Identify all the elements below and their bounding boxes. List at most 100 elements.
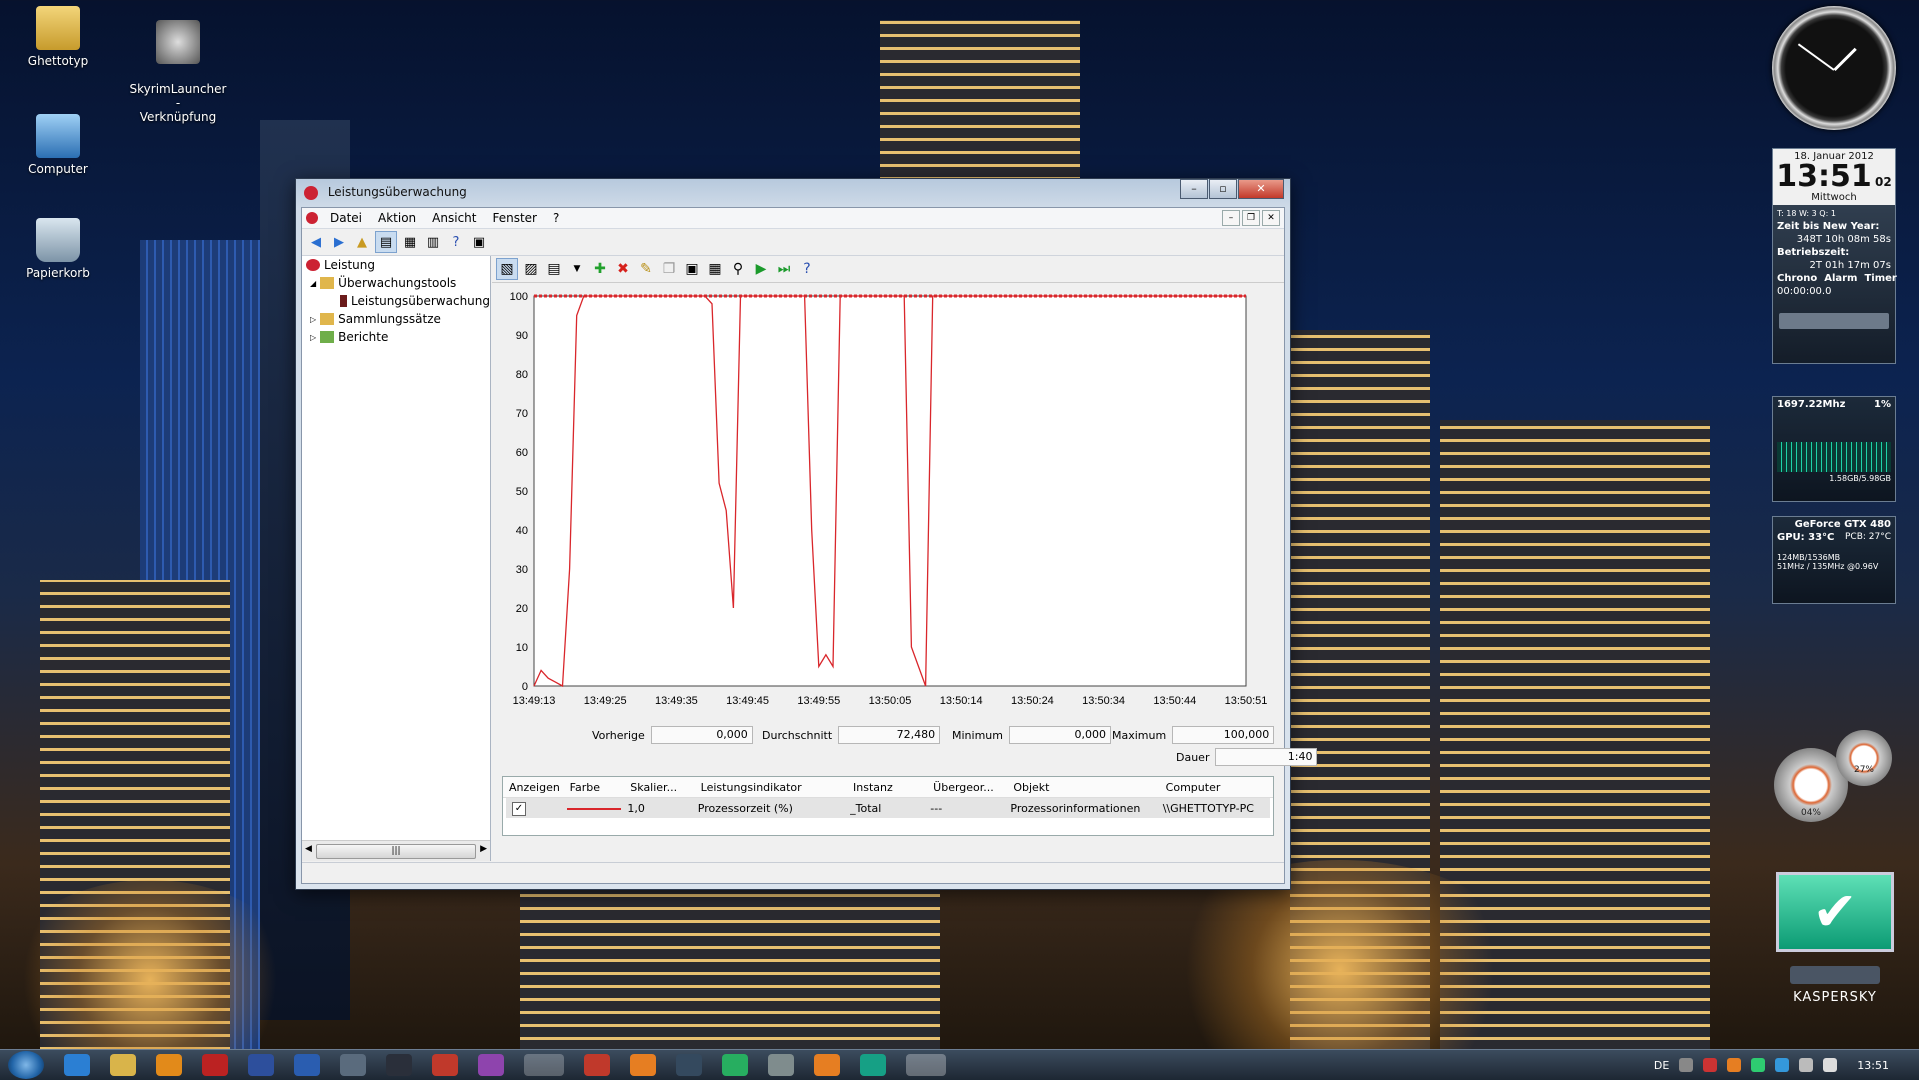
date-time-gadget[interactable]: 18. Januar 2012 13:51 02 Mittwoch T: 18 … — [1772, 148, 1897, 364]
desktop-icon-computer[interactable]: Computer — [8, 114, 108, 176]
column-header[interactable]: Instanz — [847, 781, 927, 794]
expand-arrow-icon[interactable]: ▷ — [310, 333, 316, 342]
kaspersky-gadget[interactable]: ✔ KASPERSKY — [1776, 872, 1894, 1032]
perfmon-taskbar-icon[interactable] — [906, 1054, 946, 1076]
desktop-icon-recycle-bin[interactable]: Papierkorb — [8, 218, 108, 280]
export-list-icon[interactable]: ▥ — [423, 232, 443, 252]
steam-icon[interactable] — [386, 1054, 412, 1076]
cpu-meter-gadget[interactable]: 1697.22Mhz 1% 1.58GB/5.98GB — [1772, 396, 1896, 502]
desktop-icon-skyrim[interactable]: SkyrimLauncher - Verknüpfung — [128, 6, 228, 124]
tray-icon[interactable] — [1679, 1058, 1694, 1072]
app-icon[interactable] — [768, 1054, 794, 1076]
paste-counter-list-icon[interactable]: ▣ — [682, 259, 702, 279]
taskbar-clock[interactable]: 13:51 — [1857, 1059, 1889, 1072]
opera-icon[interactable] — [584, 1054, 610, 1076]
graph-type-dropdown-icon[interactable]: ▼ — [567, 259, 587, 279]
delete-counter-icon[interactable]: ✖ — [613, 259, 633, 279]
show-action-pane-icon[interactable]: ▣ — [469, 232, 489, 252]
scroll-right-icon[interactable]: ▶ — [480, 844, 487, 854]
update-data-icon[interactable]: ⏭ — [774, 259, 794, 279]
menu-aktion[interactable]: Aktion — [370, 211, 424, 225]
collapse-arrow-icon[interactable]: ◢ — [310, 279, 316, 288]
highlight-icon[interactable]: ✎ — [636, 259, 656, 279]
app-icon[interactable] — [722, 1054, 748, 1076]
media-player-icon[interactable] — [156, 1054, 182, 1076]
column-header[interactable]: Objekt — [1007, 781, 1159, 794]
start-button[interactable] — [8, 1051, 44, 1079]
tree-item-leistung[interactable]: Leistung — [302, 256, 490, 274]
menu-ansicht[interactable]: Ansicht — [424, 211, 484, 225]
tree-item-berichte[interactable]: ▷ Berichte — [302, 328, 490, 346]
mdi-close-button[interactable]: ✕ — [1262, 210, 1280, 226]
column-header[interactable]: Übergeor... — [927, 781, 1007, 794]
flash-icon[interactable] — [432, 1054, 458, 1076]
vlc-icon[interactable] — [814, 1054, 840, 1076]
properties-icon[interactable]: ▦ — [705, 259, 725, 279]
menu-fenster[interactable]: Fenster — [484, 211, 545, 225]
tray-icon[interactable] — [1751, 1058, 1766, 1072]
add-counter-icon[interactable]: ✚ — [590, 259, 610, 279]
analog-clock-gadget[interactable] — [1772, 6, 1896, 130]
tray-icon[interactable] — [1775, 1058, 1790, 1072]
column-header[interactable]: Anzeigen — [503, 781, 564, 794]
mmc-icon[interactable] — [306, 212, 318, 224]
drive-gauge-right[interactable]: 27% — [1836, 730, 1892, 786]
column-header[interactable]: Skalier... — [624, 781, 694, 794]
mdi-minimize-button[interactable]: – — [1222, 210, 1240, 226]
network-icon[interactable] — [1799, 1058, 1814, 1072]
chrome-icon[interactable] — [524, 1054, 564, 1076]
tree-horizontal-scrollbar[interactable]: ◀ ||| ▶ — [302, 840, 490, 861]
column-header[interactable]: Computer — [1160, 781, 1273, 794]
tree-item-ueberwachungstools[interactable]: ◢ Überwachungstools — [302, 274, 490, 292]
column-header[interactable]: Farbe — [564, 781, 625, 794]
gadget-tabs[interactable]: Chrono Alarm Timer — [1777, 272, 1897, 285]
perfmon-window[interactable]: Leistungsüberwachung – ▫ ✕ Datei Aktion … — [295, 178, 1318, 890]
unfreeze-display-icon[interactable]: ▶ — [751, 259, 771, 279]
gadget-buttons[interactable] — [1779, 313, 1889, 329]
properties-icon[interactable]: ▦ — [400, 232, 420, 252]
browser-icon[interactable] — [248, 1054, 274, 1076]
tray-icon[interactable] — [1727, 1058, 1742, 1072]
firefox-icon[interactable] — [630, 1054, 656, 1076]
close-button[interactable]: ✕ — [1238, 179, 1284, 199]
view-log-data-icon[interactable]: ▨ — [521, 259, 541, 279]
back-arrow-icon[interactable]: ◀ — [306, 232, 326, 252]
gpu-meter-gadget[interactable]: GeForce GTX 480 GPU: 33°C PCB: 27°C 124M… — [1772, 516, 1896, 604]
column-header[interactable]: Leistungsindikator — [695, 781, 847, 794]
explorer-folder-icon[interactable] — [110, 1054, 136, 1076]
language-indicator[interactable]: DE — [1654, 1059, 1669, 1072]
scrollbar-thumb[interactable]: ||| — [316, 844, 476, 859]
menu-datei[interactable]: Datei — [322, 211, 370, 225]
zoom-icon[interactable]: ⚲ — [728, 259, 748, 279]
word-icon[interactable] — [294, 1054, 320, 1076]
copy-properties-icon[interactable]: ❐ — [659, 259, 679, 279]
tree-item-sammlungssaetze[interactable]: ▷ Sammlungssätze — [302, 310, 490, 328]
expand-arrow-icon[interactable]: ▷ — [310, 315, 316, 324]
table-row[interactable]: ✓ 1,0 Prozessorzeit (%) _Total --- Proze… — [506, 798, 1270, 818]
performance-graph[interactable]: 0 10 20 30 40 50 60 70 80 90 100 13:49:13 13:49:25 1… — [492, 284, 1282, 714]
internet-explorer-icon[interactable] — [64, 1054, 90, 1076]
up-folder-icon[interactable]: ▲ — [352, 232, 372, 252]
maximize-button[interactable]: ▫ — [1209, 179, 1237, 199]
kaspersky-buttons[interactable] — [1790, 966, 1880, 984]
minimize-button[interactable]: – — [1180, 179, 1208, 199]
app-icon[interactable] — [860, 1054, 886, 1076]
tree-item-leistungsueberwachung[interactable]: Leistungsüberwachung — [302, 292, 490, 310]
menu-help[interactable]: ? — [545, 211, 567, 225]
mdi-restore-button[interactable]: ❐ — [1242, 210, 1260, 226]
change-graph-type-icon[interactable]: ▤ — [544, 259, 564, 279]
scroll-left-icon[interactable]: ◀ — [305, 844, 312, 854]
forward-arrow-icon[interactable]: ▶ — [329, 232, 349, 252]
help-icon[interactable]: ? — [797, 259, 817, 279]
app-icon[interactable] — [340, 1054, 366, 1076]
volume-icon[interactable] — [1823, 1058, 1838, 1072]
desktop-icon-ghettotyp[interactable]: Ghettotyp — [8, 6, 108, 68]
tray-icon[interactable] — [1703, 1058, 1718, 1072]
view-current-activity-icon[interactable]: ▧ — [496, 258, 518, 280]
app-icon[interactable] — [676, 1054, 702, 1076]
show-checkbox[interactable]: ✓ — [506, 801, 561, 816]
red-app-icon[interactable] — [202, 1054, 228, 1076]
app-icon[interactable] — [478, 1054, 504, 1076]
show-tree-icon[interactable]: ▤ — [375, 231, 397, 253]
help-icon[interactable]: ? — [446, 232, 466, 252]
